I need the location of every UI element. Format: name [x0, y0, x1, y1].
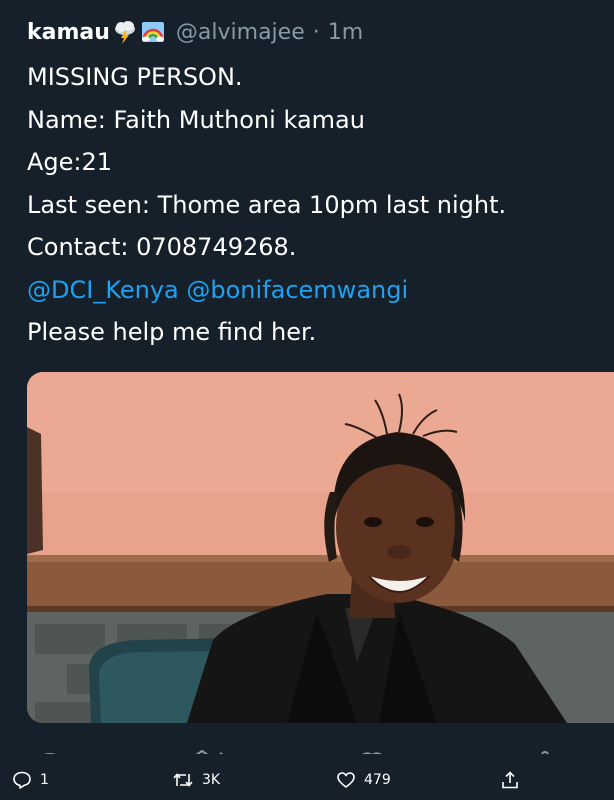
- retweet-icon: [172, 770, 194, 790]
- separator-dot: ·: [312, 19, 320, 45]
- tweet-card[interactable]: kamau @alvimajee · 1m MISSING PERSON. Na…: [0, 0, 614, 800]
- partial-action-row: [0, 744, 614, 754]
- heart-icon: [336, 770, 356, 790]
- tweet-timestamp[interactable]: 1m: [328, 20, 363, 45]
- share-icon: [500, 770, 520, 790]
- tweet-text: MISSING PERSON. Name: Faith Muthoni kama…: [27, 56, 607, 354]
- mention-link[interactable]: @DCI_Kenya: [27, 276, 179, 304]
- tweet-line: MISSING PERSON.: [27, 63, 243, 91]
- tweet-actions: 1 3K 479: [0, 762, 614, 800]
- tweet-line: Contact: 0708749268.: [27, 233, 297, 261]
- tweet-line: Last seen: Thome area 10pm last night.: [27, 190, 507, 219]
- rainbow-icon: [140, 19, 166, 45]
- tweet-header: kamau @alvimajee · 1m: [27, 14, 363, 50]
- cloud-lightning-icon: [112, 19, 138, 45]
- reply-button[interactable]: 1: [12, 766, 49, 794]
- author-display-name[interactable]: kamau: [27, 20, 110, 45]
- tweet-line: Age:21: [27, 148, 113, 176]
- retweet-button[interactable]: 3K: [172, 766, 220, 794]
- like-button[interactable]: 479: [336, 766, 391, 794]
- mentions-line: @DCI_Kenya @bonifacemwangi: [27, 269, 607, 312]
- share-button[interactable]: [500, 766, 520, 794]
- like-count: 479: [364, 772, 391, 788]
- tweet-line: Name: Faith Muthoni kamau: [27, 105, 365, 134]
- mention-link[interactable]: @bonifacemwangi: [186, 276, 408, 304]
- tweet-photo[interactable]: [27, 372, 614, 723]
- author-handle[interactable]: @alvimajee: [176, 20, 305, 45]
- reply-count: 1: [40, 772, 49, 788]
- reply-icon: [12, 770, 32, 790]
- retweet-count: 3K: [202, 772, 221, 788]
- tweet-line: Please help me find her.: [27, 318, 317, 346]
